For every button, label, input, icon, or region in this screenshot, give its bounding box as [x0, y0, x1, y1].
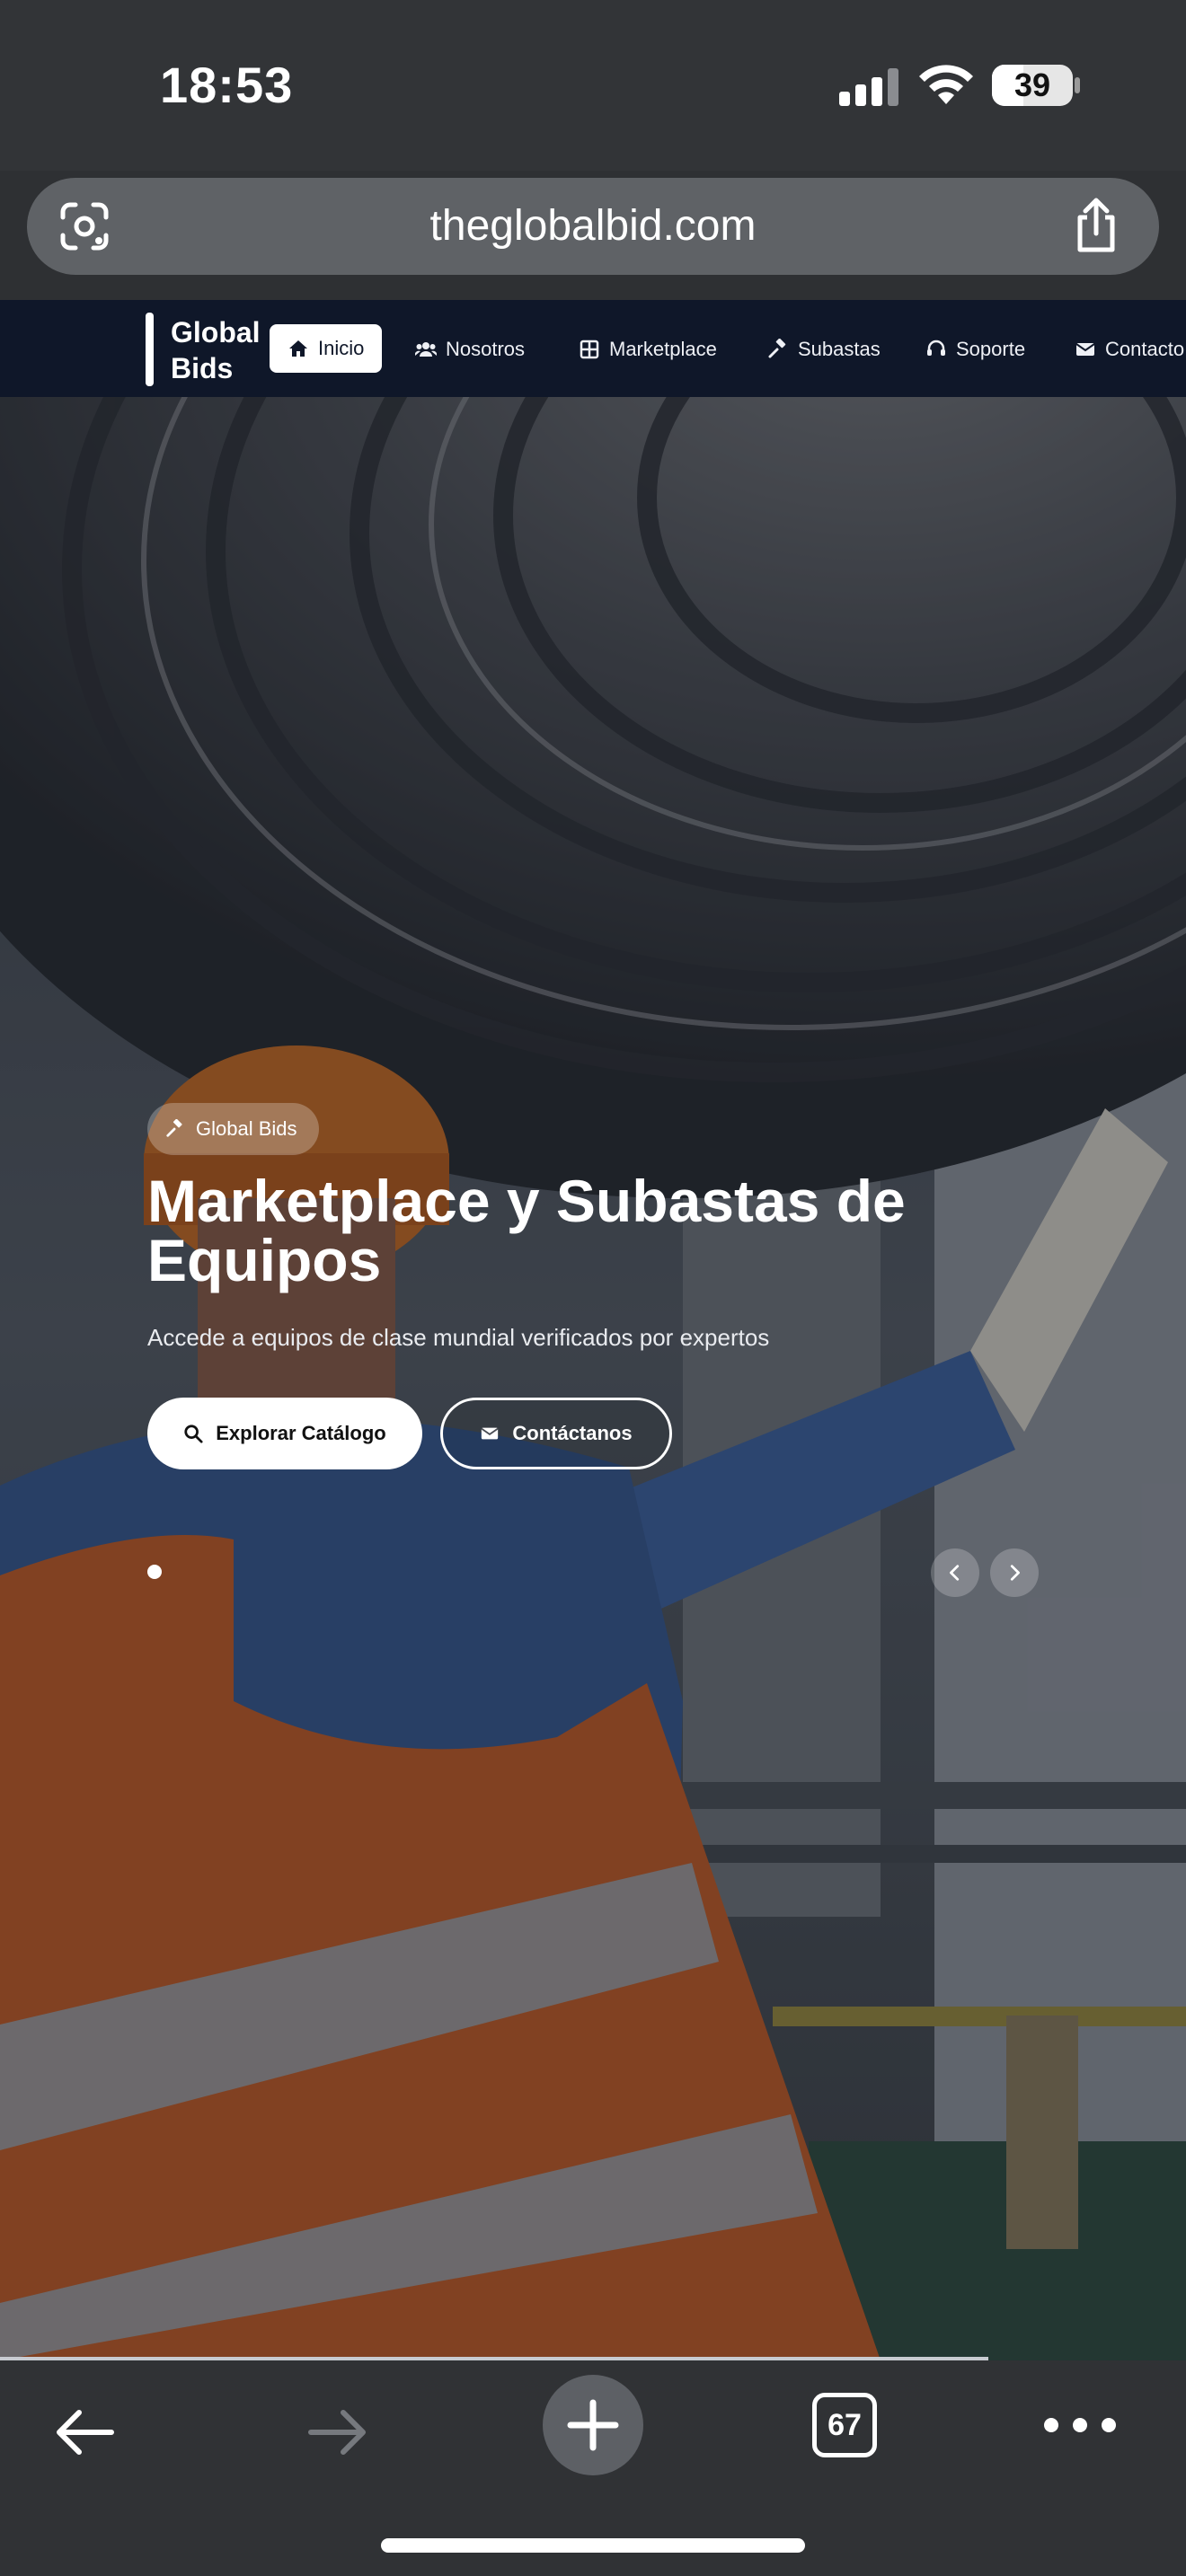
nav-label-inicio: Inicio: [318, 337, 365, 359]
status-bar: 18:53 39: [0, 0, 1186, 171]
logo-text: Global Bids: [171, 314, 279, 386]
signal-icon: [839, 68, 902, 106]
nav-item-nosotros[interactable]: Nosotros: [415, 325, 525, 374]
envelope-icon: [481, 1427, 500, 1440]
logo-line-1: Global: [171, 316, 261, 348]
nav-item-marketplace[interactable]: Marketplace: [579, 325, 717, 374]
wifi-icon: [919, 65, 973, 104]
chevron-right-icon: [1010, 1565, 1020, 1581]
nav-label-nosotros: Nosotros: [446, 338, 526, 360]
nav-item-subastas[interactable]: Subastas: [767, 325, 881, 374]
search-icon: [184, 1425, 203, 1443]
users-icon: [415, 342, 437, 357]
home-icon: [289, 340, 307, 357]
status-time: 18:53: [160, 57, 294, 113]
web-content: Global Bids Inicio Nosotros Marketplace …: [0, 300, 1186, 2360]
contact-us-button[interactable]: Contáctanos: [440, 1398, 672, 1469]
new-tab-plus-icon: [567, 2399, 619, 2451]
battery-tip: [1075, 77, 1080, 93]
tab-count: 67: [828, 2407, 862, 2442]
nav-label-marketplace: Marketplace: [609, 338, 717, 360]
nav-item-contacto[interactable]: Contacto: [1075, 325, 1184, 374]
address-bar[interactable]: theglobalbid.com: [27, 178, 1159, 275]
hero-badge-label: Global Bids: [196, 1117, 297, 1140]
battery-level: 39: [1013, 66, 1051, 103]
nav-item-inicio[interactable]: Inicio: [270, 324, 383, 373]
new-tab-button[interactable]: [543, 2375, 643, 2475]
more-menu-icon[interactable]: [1044, 2414, 1116, 2436]
carousel-prev-button[interactable]: [931, 1548, 979, 1597]
hero-title: Marketplace y Subastas de Equipos: [147, 1168, 906, 1293]
chevron-left-icon: [950, 1565, 960, 1581]
nav-label-subastas: Subastas: [798, 338, 881, 360]
browser-toolbar: 67: [0, 2360, 1186, 2576]
nav-label-soporte: Soporte: [956, 338, 1026, 360]
home-indicator[interactable]: [381, 2538, 805, 2553]
share-icon[interactable]: [1071, 198, 1121, 253]
battery-icon: 39: [992, 65, 1073, 106]
forward-arrow-icon[interactable]: [305, 2405, 370, 2459]
hero-subtitle: Accede a equipos de clase mundial verifi…: [147, 1324, 770, 1351]
explore-catalog-button[interactable]: Explorar Catálogo: [147, 1398, 422, 1469]
gavel-icon: [768, 339, 786, 358]
logo-line-2: Bids: [171, 352, 234, 384]
nav-item-soporte[interactable]: Soporte: [925, 325, 1025, 374]
contact-us-label: Contáctanos: [512, 1422, 633, 1444]
logo-bar: [146, 313, 154, 386]
envelope-icon: [1075, 343, 1095, 356]
nav-label-contacto: Contacto: [1105, 338, 1185, 360]
site-navbar: Global Bids Inicio Nosotros Marketplace …: [0, 300, 1186, 397]
headset-icon: [927, 340, 945, 356]
tabs-button[interactable]: 67: [812, 2393, 877, 2457]
carousel-next-button[interactable]: [990, 1548, 1039, 1597]
gavel-icon: [166, 1119, 182, 1137]
hero-badge: Global Bids: [147, 1103, 319, 1155]
back-arrow-icon[interactable]: [52, 2405, 117, 2459]
explore-catalog-label: Explorar Catálogo: [216, 1422, 386, 1444]
grid-icon: [580, 340, 599, 359]
url-text[interactable]: theglobalbid.com: [27, 178, 1159, 275]
carousel-dot-active[interactable]: [147, 1565, 162, 1579]
